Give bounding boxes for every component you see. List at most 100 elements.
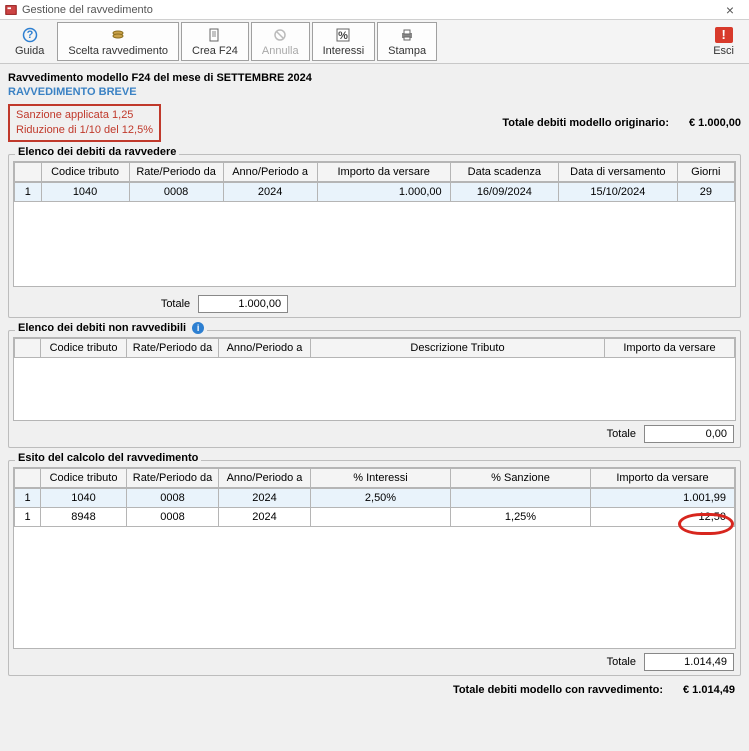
close-icon[interactable]: × (715, 2, 745, 18)
undo-icon (272, 27, 288, 43)
sanzione-line2: Riduzione di 1/10 del 12,5% (16, 123, 153, 138)
cell-interessi (311, 507, 451, 526)
help-icon: ? (22, 27, 38, 43)
money-icon (110, 27, 126, 43)
info-icon[interactable]: i (192, 322, 204, 334)
table-non-ravvedibili: Codice tributo Rate/Periodo da Anno/Peri… (14, 338, 735, 358)
table-row[interactable]: 1 1040 0008 2024 2,50% 1.001,99 (15, 488, 735, 507)
group3-total-label: Totale (607, 656, 636, 668)
content-area: Ravvedimento modello F24 del mese di SET… (0, 64, 749, 700)
group-debiti-ravvedere: Elenco dei debiti da ravvedere Codice tr… (8, 154, 741, 318)
sanzione-highlight-box: Sanzione applicata 1,25 Riduzione di 1/1… (8, 104, 161, 142)
cell-anno: 2024 (219, 488, 311, 507)
cell-codice: 8948 (41, 507, 127, 526)
annulla-label: Annulla (262, 45, 299, 57)
cell-interessi: 2,50% (311, 488, 451, 507)
col-importo: Importo da versare (605, 338, 735, 357)
scelta-ravvedimento-button[interactable]: Scelta ravvedimento (57, 22, 179, 61)
cell-giorni: 29 (677, 182, 734, 201)
col-anno: Anno/Periodo a (219, 468, 311, 487)
interessi-label: Interessi (323, 45, 365, 57)
cell-sanzione: 1,25% (451, 507, 591, 526)
cell-codice: 1040 (41, 488, 127, 507)
table-debiti-ravvedere: Codice tributo Rate/Periodo da Anno/Peri… (14, 162, 735, 182)
window-title: Gestione del ravvedimento (18, 4, 715, 16)
app-icon (4, 3, 18, 17)
group-esito-calcolo: Esito del calcolo del ravvedimento Codic… (8, 460, 741, 676)
crea-label: Crea F24 (192, 45, 238, 57)
footer-total-label: Totale debiti modello con ravvedimento: (453, 684, 663, 696)
print-icon (399, 27, 415, 43)
help-label: Guida (15, 45, 44, 57)
cell-rownum: 1 (15, 488, 41, 507)
cell-importo: 1.000,00 (317, 182, 450, 201)
annulla-button[interactable]: Annulla (251, 22, 310, 61)
table-row[interactable]: 1 8948 0008 2024 1,25% 12,50 (15, 507, 735, 526)
group1-total-value: 1.000,00 (198, 295, 288, 313)
svg-text:?: ? (26, 29, 33, 41)
cell-importo: 1.001,99 (591, 488, 735, 507)
footer-total-value: € 1.014,49 (683, 684, 735, 696)
col-descrizione: Descrizione Tributo (311, 338, 605, 357)
cell-rate: 0008 (127, 488, 219, 507)
cell-sanzione (451, 488, 591, 507)
cell-importo: 12,50 (591, 507, 735, 526)
percent-icon: % (335, 27, 351, 43)
group2-title: Elenco dei debiti non ravvedibili i (15, 322, 207, 334)
col-rownum (15, 468, 41, 487)
cell-rate: 0008 (129, 182, 223, 201)
col-rate: Rate/Periodo da (127, 338, 219, 357)
col-scadenza: Data scadenza (450, 162, 558, 181)
cell-rownum: 1 (15, 182, 42, 201)
col-rownum (15, 162, 42, 181)
crea-f24-button[interactable]: Crea F24 (181, 22, 249, 61)
svg-text:%: % (338, 30, 348, 42)
table-esito: Codice tributo Rate/Periodo da Anno/Peri… (14, 468, 735, 488)
cell-anno: 2024 (219, 507, 311, 526)
totale-orig-label: Totale debiti modello originario: (502, 117, 689, 129)
group-debiti-non-ravvedibili: Elenco dei debiti non ravvedibili i Codi… (8, 330, 741, 448)
col-interessi: % Interessi (311, 468, 451, 487)
col-rate: Rate/Periodo da (129, 162, 223, 181)
col-rownum (15, 338, 41, 357)
col-codice: Codice tributo (41, 468, 127, 487)
esci-label: Esci (713, 45, 734, 57)
toolbar: ? Guida Scelta ravvedimento Crea F24 Ann… (0, 20, 749, 64)
col-codice: Codice tributo (41, 338, 127, 357)
stampa-label: Stampa (388, 45, 426, 57)
group2-total-label: Totale (607, 428, 636, 440)
cell-anno: 2024 (223, 182, 317, 201)
col-sanzione: % Sanzione (451, 468, 591, 487)
cell-codice: 1040 (41, 182, 129, 201)
scelta-label: Scelta ravvedimento (68, 45, 168, 57)
group3-title: Esito del calcolo del ravvedimento (15, 452, 201, 464)
col-anno: Anno/Periodo a (223, 162, 317, 181)
totale-orig-value: € 1.000,00 (689, 117, 741, 129)
document-icon (207, 27, 223, 43)
cell-rate: 0008 (127, 507, 219, 526)
heading-main: Ravvedimento modello F24 del mese di SET… (8, 68, 741, 84)
title-bar: Gestione del ravvedimento × (0, 0, 749, 20)
col-versamento: Data di versamento (559, 162, 678, 181)
cell-scadenza: 16/09/2024 (450, 182, 558, 201)
col-importo: Importo da versare (317, 162, 450, 181)
col-codice: Codice tributo (41, 162, 129, 181)
group3-total-value: 1.014,49 (644, 653, 734, 671)
table-row[interactable]: 1 1040 0008 2024 1.000,00 16/09/2024 15/… (15, 182, 735, 201)
help-button[interactable]: ? Guida (4, 22, 55, 61)
footer-total: Totale debiti modello con ravvedimento: … (8, 676, 741, 696)
heading-type: RAVVEDIMENTO BREVE (8, 84, 741, 104)
group1-title: Elenco dei debiti da ravvedere (15, 146, 179, 158)
group2-title-text: Elenco dei debiti non ravvedibili (18, 322, 186, 334)
group1-total-label: Totale (161, 298, 190, 310)
sanzione-line1: Sanzione applicata 1,25 (16, 108, 153, 123)
col-rate: Rate/Periodo da (127, 468, 219, 487)
group2-total-value: 0,00 (644, 425, 734, 443)
col-anno: Anno/Periodo a (219, 338, 311, 357)
exit-icon: ! (715, 27, 733, 43)
col-giorni: Giorni (677, 162, 734, 181)
cell-rownum: 1 (15, 507, 41, 526)
stampa-button[interactable]: Stampa (377, 22, 437, 61)
esci-button[interactable]: ! Esci (702, 22, 745, 61)
interessi-button[interactable]: % Interessi (312, 22, 376, 61)
